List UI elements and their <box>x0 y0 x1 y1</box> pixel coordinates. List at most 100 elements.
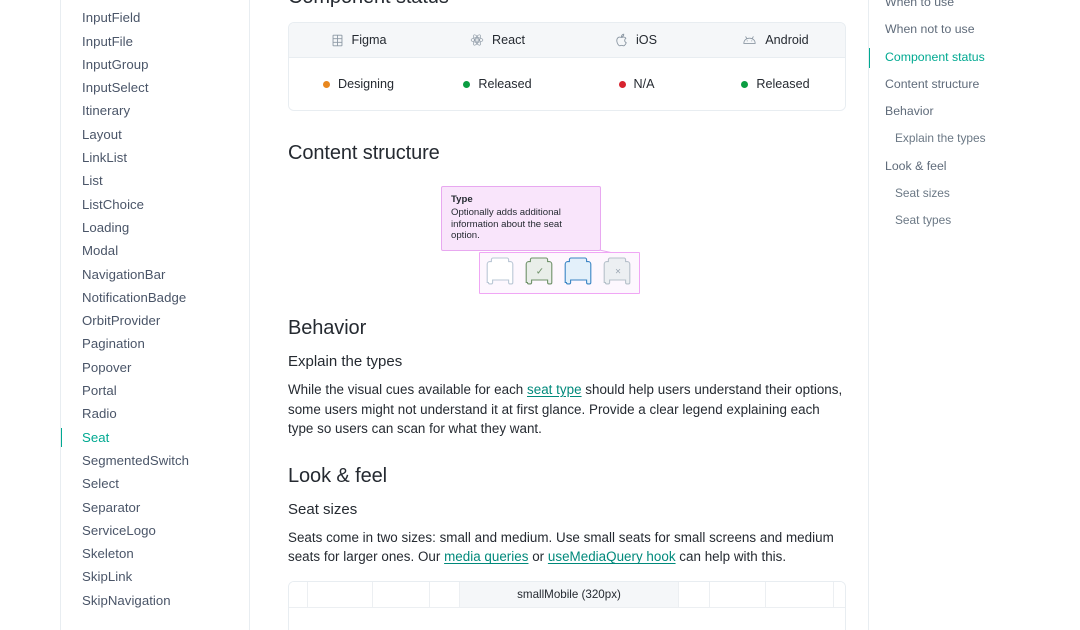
status-value-figma: Designing <box>289 58 428 110</box>
bp-col-6 <box>710 581 767 607</box>
sidebar-item-segmentedswitch[interactable]: SegmentedSwitch <box>61 449 249 472</box>
bp-col-1 <box>307 581 373 607</box>
status-label: Designing <box>337 77 394 91</box>
main-content: Component status Figma React iOS Android De… <box>250 0 868 630</box>
sidebar-item-list[interactable]: List <box>61 169 249 192</box>
breakpoint-table-body <box>289 606 845 630</box>
toc-item-seat-types[interactable]: Seat types <box>869 207 1080 234</box>
seat-sizes-subheading: Seat sizes <box>288 500 358 518</box>
sidebar-item-listchoice[interactable]: ListChoice <box>61 193 249 216</box>
status-value-android: Released <box>706 58 845 110</box>
status-header-react: React <box>428 23 567 57</box>
look-and-feel-heading: Look & feel <box>288 464 387 487</box>
sidebar-item-layout[interactable]: Layout <box>61 123 249 146</box>
component-status-table: Figma React iOS Android Designing Released N/… <box>288 22 846 111</box>
sidebar-item-servicelogo[interactable]: ServiceLogo <box>61 519 249 542</box>
toc-item-look-feel[interactable]: Look & feel <box>869 153 1080 180</box>
toc-item-component-status[interactable]: Component status <box>869 44 1080 71</box>
status-value-ios: N/A <box>567 58 706 110</box>
sidebar-item-skeleton[interactable]: Skeleton <box>61 542 249 565</box>
breakpoint-table: smallMobile (320px) <box>288 580 846 630</box>
status-header-ios: iOS <box>567 23 706 57</box>
status-table-body-row: Designing Released N/A Released <box>289 58 845 110</box>
ios-apple-icon <box>616 33 628 47</box>
behavior-text-before: While the visual cues available for each <box>288 382 528 397</box>
explain-the-types-subheading: Explain the types <box>288 353 403 370</box>
content-structure-diagram: Type Optionally adds additional informat… <box>288 178 846 300</box>
sidebar-item-radio[interactable]: Radio <box>61 402 249 425</box>
toc-item-content-structure[interactable]: Content structure <box>869 71 1080 98</box>
sidebar-item-select[interactable]: Select <box>61 472 249 495</box>
bp-col-0 <box>289 581 308 607</box>
seat-variants-row: ✓ × <box>479 252 640 294</box>
sidebar-item-seat[interactable]: Seat <box>61 426 249 449</box>
platform-label: Android <box>765 33 809 47</box>
status-dot-icon <box>322 80 330 88</box>
sidebar-item-inputgroup[interactable]: InputGroup <box>61 53 249 76</box>
seat-selected-icon: ✓ <box>523 256 557 290</box>
seat-sizes-text-2: or <box>528 549 548 565</box>
sidebar-item-loading[interactable]: Loading <box>61 216 249 239</box>
svg-text:×: × <box>615 267 621 278</box>
seat-unavailable-icon: × <box>601 256 635 290</box>
toc-item-seat-sizes[interactable]: Seat sizes <box>869 180 1080 207</box>
seat-default-icon <box>484 256 518 290</box>
toc-item-behavior[interactable]: Behavior <box>869 98 1080 125</box>
type-callout: Type Optionally adds additional informat… <box>441 186 601 251</box>
bp-col-7 <box>766 581 835 607</box>
platform-label: Figma <box>351 33 387 47</box>
table-of-contents[interactable]: When to use When not to use Component stat… <box>868 0 1080 630</box>
use-media-query-hook-link[interactable]: useMediaQuery hook <box>548 549 676 564</box>
media-queries-link[interactable]: media queries <box>444 549 528 564</box>
sidebar-item-inputfile[interactable]: InputFile <box>61 30 249 53</box>
status-dot-icon <box>741 80 749 88</box>
sidebar-item-skipnavigation[interactable]: SkipNavigation <box>61 589 249 612</box>
status-value-react: Released <box>428 58 567 110</box>
react-icon <box>470 33 484 47</box>
components-nav-list: InlineInputFieldInputFileInputGroupInput… <box>61 0 249 612</box>
status-dot-icon <box>463 80 471 88</box>
sidebar-item-orbitprovider[interactable]: OrbitProvider <box>61 309 249 332</box>
sidebar-item-itinerary[interactable]: Itinerary <box>61 99 249 122</box>
sidebar-item-inputselect[interactable]: InputSelect <box>61 76 249 99</box>
figma-icon <box>331 34 344 47</box>
toc-item-when-not-to-use[interactable]: When not to use <box>869 16 1080 43</box>
platform-label: React <box>492 33 525 47</box>
sidebar-item-linklist[interactable]: LinkList <box>61 146 249 169</box>
toc-list: When to use When not to use Component stat… <box>869 0 1080 235</box>
sidebar-item-notificationbadge[interactable]: NotificationBadge <box>61 286 249 309</box>
bp-col-3 <box>429 581 461 607</box>
bp-col-5 <box>678 581 711 607</box>
bp-col-2 <box>372 581 430 607</box>
behavior-heading: Behavior <box>288 317 367 339</box>
seat-sizes-text-3: can help with this. <box>675 549 787 565</box>
seat-highlighted-icon <box>562 256 596 290</box>
svg-text:✓: ✓ <box>536 267 544 278</box>
content-structure-heading: Content structure <box>288 142 440 164</box>
sidebar-item-popover[interactable]: Popover <box>61 356 249 379</box>
sidebar-item-navigationbar[interactable]: NavigationBar <box>61 263 249 286</box>
status-dot-icon <box>618 80 626 88</box>
callout-title: Type <box>451 194 473 205</box>
seat-sizes-paragraph: Seats come in two sizes: small and mediu… <box>288 528 848 567</box>
sidebar-item-skiplink[interactable]: SkipLink <box>61 565 249 588</box>
sidebar-item-portal[interactable]: Portal <box>61 379 249 402</box>
toc-item-when-to-use[interactable]: When to use <box>869 0 1080 16</box>
documentation-page: InlineInputFieldInputFileInputGroupInput… <box>0 0 1080 630</box>
sidebar-item-modal[interactable]: Modal <box>61 239 249 262</box>
status-label: N/A <box>633 77 655 91</box>
seat-type-link[interactable]: seat type <box>527 382 582 397</box>
sidebar-item-pagination[interactable]: Pagination <box>61 332 249 355</box>
callout-description: Optionally adds additional information a… <box>451 207 562 242</box>
left-rail <box>0 0 60 630</box>
bp-col-8 <box>834 581 845 607</box>
platform-label: iOS <box>636 33 657 47</box>
toc-item-explain-the-types[interactable]: Explain the types <box>869 125 1080 152</box>
components-sidebar[interactable]: InlineInputFieldInputFileInputGroupInput… <box>60 0 250 630</box>
status-table-header-row: Figma React iOS Android <box>289 23 845 58</box>
behavior-paragraph: While the visual cues available for each… <box>288 380 848 439</box>
component-status-heading: Component status <box>288 0 848 9</box>
sidebar-item-inputfield[interactable]: InputField <box>61 6 249 29</box>
sidebar-item-separator[interactable]: Separator <box>61 496 249 519</box>
status-header-figma: Figma <box>289 23 428 57</box>
